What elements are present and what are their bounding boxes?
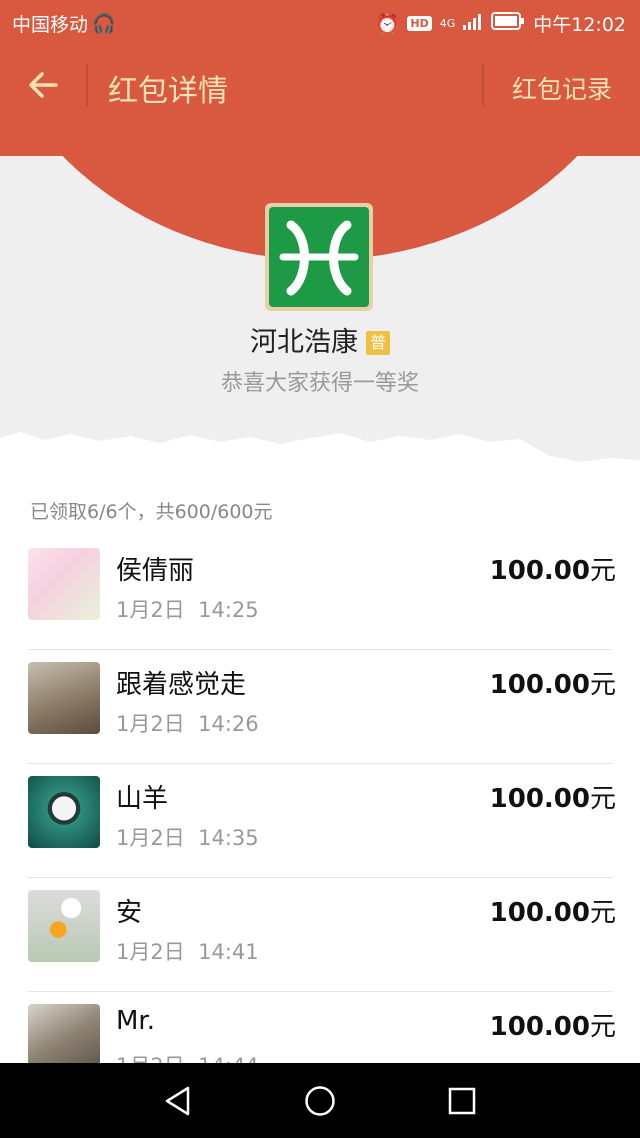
alarm-icon: ⏰ xyxy=(375,13,400,35)
battery-icon xyxy=(491,12,525,35)
system-navigation-bar xyxy=(0,1063,640,1138)
avatar xyxy=(28,890,100,962)
recipient-name: 山羊 xyxy=(116,784,169,814)
nav-home-icon[interactable] xyxy=(304,1085,336,1117)
claim-amount: 100.00元 xyxy=(489,784,616,814)
list-item[interactable]: 安 1月2日 14:41 100.00元 xyxy=(0,878,640,992)
avatar xyxy=(28,662,100,734)
headset-icon: 🎧 xyxy=(92,13,116,35)
signal-icon xyxy=(463,13,483,35)
sender-avatar[interactable] xyxy=(265,203,373,311)
back-arrow-icon[interactable] xyxy=(26,68,60,102)
ordinary-badge: 普 xyxy=(366,331,390,355)
avatar xyxy=(28,548,100,620)
recipient-name: Mr. xyxy=(116,1006,155,1036)
sender-logo-icon xyxy=(269,207,369,307)
claim-summary: 已领取6/6个，共600/600元 xyxy=(30,501,273,523)
red-packet-records-link[interactable]: 红包记录 xyxy=(512,70,612,106)
sender-name: 河北浩康 xyxy=(250,327,358,358)
claim-amount: 100.00元 xyxy=(489,1012,616,1042)
recipient-name: 安 xyxy=(116,898,143,928)
torn-paper-edge xyxy=(0,432,640,480)
list-item[interactable]: 侯倩丽 1月2日 14:25 100.00元 xyxy=(0,536,640,650)
claim-time: 1月2日 14:41 xyxy=(116,940,259,964)
clock: 中午12:02 xyxy=(533,14,626,36)
nav-recents-icon[interactable] xyxy=(447,1086,477,1116)
network-label: 4G xyxy=(439,16,456,30)
header-divider-right xyxy=(482,64,484,106)
carrier-label: 中国移动 xyxy=(12,14,89,36)
list-item[interactable]: 山羊 1月2日 14:35 100.00元 xyxy=(0,764,640,878)
recipient-name: 侯倩丽 xyxy=(116,556,195,586)
hd-badge: HD xyxy=(407,16,432,31)
recipient-name: 跟着感觉走 xyxy=(116,670,247,700)
claim-amount: 100.00元 xyxy=(489,898,616,928)
claim-time: 1月2日 14:25 xyxy=(116,598,259,622)
header-bar: 红包详情 红包记录 xyxy=(0,46,640,126)
sender-name-row: 河北浩康普 xyxy=(0,320,640,359)
claim-amount: 100.00元 xyxy=(489,670,616,700)
status-bar: 中国移动 🎧 ⏰ HD 4G 中午12:02 xyxy=(0,0,640,46)
nav-back-icon[interactable] xyxy=(162,1085,194,1117)
claim-amount: 100.00元 xyxy=(489,556,616,586)
header-divider-left xyxy=(86,64,88,106)
greeting-text: 恭喜大家获得一等奖 xyxy=(220,371,419,396)
claim-time: 1月2日 14:26 xyxy=(116,712,259,736)
avatar xyxy=(28,776,100,848)
claim-time: 1月2日 14:35 xyxy=(116,826,259,850)
page-title: 红包详情 xyxy=(108,74,228,109)
recipient-list: 侯倩丽 1月2日 14:25 100.00元 跟着感觉走 1月2日 14:26 … xyxy=(0,536,640,1106)
list-item[interactable]: 跟着感觉走 1月2日 14:26 100.00元 xyxy=(0,650,640,764)
